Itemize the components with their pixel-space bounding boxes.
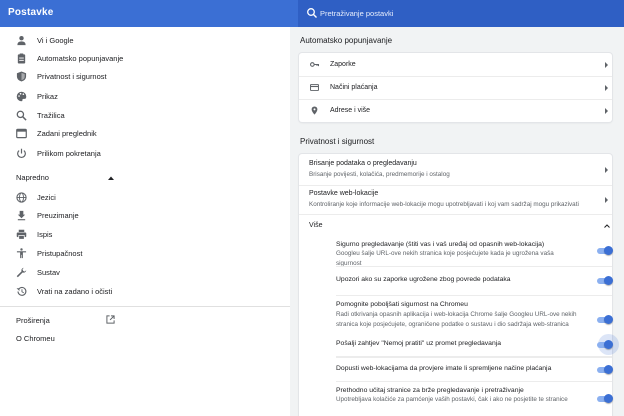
browser-icon	[16, 128, 27, 139]
option-title: Prethodno učitaj stranice za brže pregle…	[336, 387, 524, 394]
autofill-row-payment-methods[interactable]: Načini plaćanja	[299, 76, 612, 99]
search-icon	[307, 8, 317, 18]
sidebar-item-label: Jezici	[37, 193, 56, 202]
sidebar-item-label: Prilikom pokretanja	[37, 149, 101, 158]
history-icon	[16, 286, 27, 296]
sidebar-item-label: Privatnost i sigurnost	[37, 72, 107, 81]
arrow-right-icon	[605, 85, 608, 91]
sidebar-item-on-startup[interactable]: Prilikom pokretanja	[0, 144, 200, 164]
sidebar-item-default-browser[interactable]: Zadani preglednik	[0, 124, 200, 144]
advanced-section-heading[interactable]: Napredno	[16, 173, 49, 182]
sidebar-item-label: Automatsko popunjavanje	[37, 54, 124, 63]
row-label: Zaporke	[330, 61, 356, 68]
credit-card-icon	[310, 83, 319, 92]
payment-methods-toggle[interactable]	[597, 365, 613, 374]
sidebar-item-about[interactable]: O Chromeu	[16, 334, 55, 343]
option-title: Upozori ako su zaporke ugrožene zbog pov…	[336, 276, 511, 283]
row-title: Više	[309, 222, 323, 229]
sidebar-item-label: Ispis	[37, 230, 53, 239]
search-icon	[16, 110, 27, 121]
option-payment-methods-check: Dopusti web-lokacijama da provjere imate…	[299, 357, 613, 381]
autofill-card: Zaporke Načini plaćanja Adrese i više	[299, 53, 612, 122]
arrow-right-icon	[605, 62, 608, 68]
privacy-row-site-settings[interactable]: Postavke web-lokacije Kontroliranje koje…	[299, 185, 612, 214]
sidebar-item-search-engine[interactable]: Tražilica	[0, 106, 200, 126]
sidebar-item-label: Tražilica	[37, 111, 65, 120]
sidebar-item-downloads[interactable]: Preuzimanje	[0, 206, 200, 226]
row-subtitle: Kontroliranje koje informacije web-lokac…	[309, 201, 579, 208]
improve-security-toggle[interactable]	[597, 315, 613, 324]
sidebar-item-appearance[interactable]: Prikaz	[0, 87, 200, 107]
sidebar-item-privacy[interactable]: Privatnost i sigurnost	[0, 67, 200, 87]
row-title: Brisanje podataka o pregledavanju	[309, 160, 417, 167]
option-title: Dopusti web-lokacijama da provjere imate…	[336, 365, 552, 372]
preload-pages-toggle[interactable]	[597, 394, 613, 403]
password-leak-toggle[interactable]	[597, 276, 613, 285]
search-input[interactable]	[320, 0, 610, 27]
arrow-right-icon	[605, 167, 608, 173]
person-icon	[17, 36, 26, 46]
autofill-row-addresses[interactable]: Adrese i više	[299, 99, 612, 122]
location-pin-icon	[311, 106, 318, 115]
option-title: Pomognite poboljšati sigurnost na Chrome…	[336, 301, 468, 308]
option-password-leak-warning: Upozori ako su zaporke ugrožene zbog pov…	[299, 266, 613, 295]
row-label: Adrese i više	[330, 107, 371, 114]
top-bar: Postavke	[0, 0, 624, 27]
sidebar-item-label: Pristupačnost	[37, 249, 83, 258]
sidebar-item-autofill[interactable]: Automatsko popunjavanje	[0, 49, 200, 69]
download-icon	[17, 210, 26, 221]
sidebar-item-label: Vi i Google	[37, 36, 74, 45]
row-title: Postavke web-lokacije	[309, 190, 379, 197]
key-icon	[310, 62, 319, 67]
option-title: Pošalji zahtjev "Nemoj pratiti" uz prome…	[336, 340, 502, 347]
wrench-icon	[16, 267, 27, 278]
sidebar-item-label: Zadani preglednik	[37, 129, 97, 138]
privacy-row-clear-browsing-data[interactable]: Brisanje podataka o pregledavanju Brisan…	[299, 154, 612, 185]
sidebar-item-label: Preuzimanje	[37, 211, 79, 220]
arrow-right-icon	[605, 108, 608, 114]
sidebar-item-label: Sustav	[37, 268, 60, 277]
globe-icon	[16, 192, 27, 203]
external-link-icon[interactable]	[106, 315, 115, 324]
safe-browsing-toggle[interactable]	[597, 246, 613, 255]
app-title: Postavke	[8, 7, 54, 18]
sidebar-item-extensions[interactable]: Proširenja	[16, 316, 50, 325]
chevron-up-icon	[604, 224, 610, 228]
autofill-row-passwords[interactable]: Zaporke	[299, 53, 612, 76]
arrow-right-icon	[605, 197, 608, 203]
option-subtitle: Radi otkrivanja opasnih aplikacija i web…	[336, 311, 577, 328]
chevron-up-icon[interactable]	[108, 176, 114, 180]
option-preload-pages: Prethodno učitaj stranice za brže pregle…	[299, 381, 613, 416]
sidebar-item-accessibility[interactable]: Pristupačnost	[0, 244, 200, 264]
privacy-section-title: Privatnost i sigurnost	[300, 137, 375, 146]
sidebar-item-printing[interactable]: Ispis	[0, 225, 200, 245]
clipboard-icon	[17, 53, 26, 64]
privacy-row-more[interactable]: Više	[299, 214, 612, 236]
shield-icon	[16, 71, 27, 82]
autofill-section-title: Automatsko popunjavanje	[300, 36, 393, 45]
search-box[interactable]	[298, 0, 624, 27]
sidebar-item-label: Vrati na zadano i očisti	[37, 287, 113, 296]
do-not-track-toggle[interactable]	[597, 334, 619, 355]
row-subtitle: Brisanje povijesti, kolačića, predmemori…	[309, 171, 450, 178]
sidebar-item-languages[interactable]: Jezici	[0, 188, 200, 208]
option-safe-browsing: Sigurno pregledavanje (štiti vas i vaš u…	[299, 236, 613, 267]
main-content: Automatsko popunjavanje Zaporke Načini p…	[290, 27, 624, 416]
sidebar: Vi i Google Automatsko popunjavanje Priv…	[0, 27, 290, 416]
option-do-not-track: Pošalji zahtjev "Nemoj pratiti" uz prome…	[299, 333, 619, 357]
accessibility-icon	[16, 248, 27, 259]
option-title: Sigurno pregledavanje (štiti vas i vaš u…	[336, 241, 545, 248]
sidebar-item-system[interactable]: Sustav	[0, 263, 200, 283]
palette-icon	[16, 91, 27, 102]
sidebar-item-reset[interactable]: Vrati na zadano i očisti	[0, 282, 200, 302]
sidebar-divider	[0, 306, 290, 307]
printer-icon	[16, 229, 27, 240]
option-subtitle: Upotrebljava kolačiće za pamćenje vaših …	[336, 396, 568, 403]
sidebar-item-label: Prikaz	[37, 92, 58, 101]
power-icon	[17, 148, 26, 159]
sidebar-item-you-and-google[interactable]: Vi i Google	[0, 31, 200, 51]
row-label: Načini plaćanja	[330, 84, 378, 91]
